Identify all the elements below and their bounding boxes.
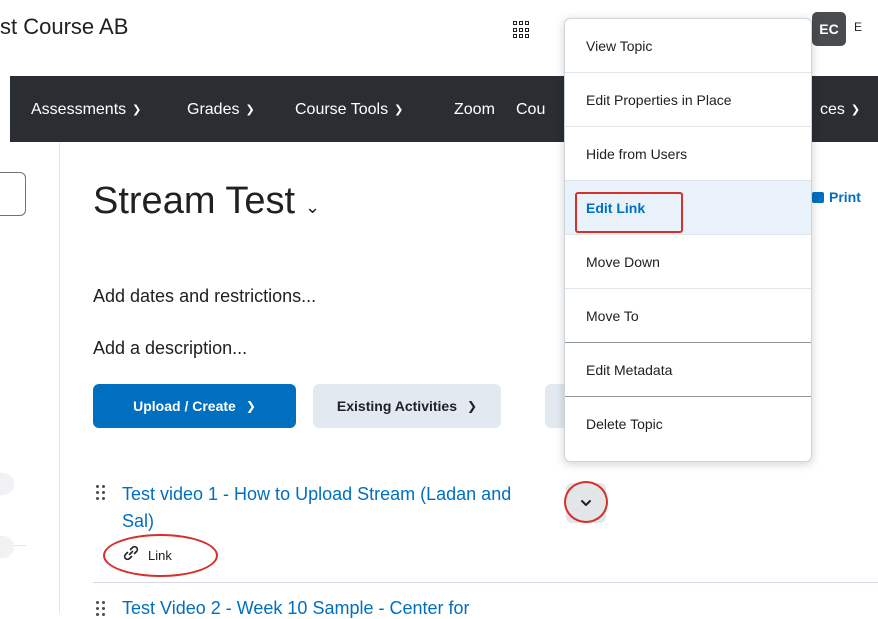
chevron-down-icon: ❯: [467, 399, 478, 413]
menu-item-move-to[interactable]: Move To: [565, 289, 811, 343]
course-title[interactable]: st Course AB: [0, 14, 128, 40]
chevron-down-icon: ❯: [394, 104, 404, 116]
chevron-down-icon: ❯: [850, 104, 861, 116]
drag-handle-icon[interactable]: [96, 485, 106, 501]
chevron-down-icon[interactable]: ⌄: [305, 197, 320, 217]
menu-item-delete-topic[interactable]: Delete Topic: [565, 397, 811, 451]
menu-item-view-topic[interactable]: View Topic: [565, 19, 811, 73]
nav-item-label: Course Tools: [295, 101, 389, 118]
menu-item-edit-metadata[interactable]: Edit Metadata: [565, 343, 811, 397]
nav-item-label: Cou: [516, 101, 546, 118]
bulk-edit-button[interactable]: [545, 384, 565, 428]
existing-activities-label: Existing Activities: [336, 398, 457, 414]
printer-icon: [812, 192, 824, 203]
sidebar-status-indicator: [0, 473, 14, 495]
print-label: Print: [829, 189, 861, 205]
nav-item-resources-fragment[interactable]: ces ❯: [820, 101, 860, 119]
nav-item-label: Grades: [187, 101, 240, 118]
sidebar-collapse-toggle[interactable]: [0, 172, 26, 216]
topic-title-link[interactable]: Test video 1 - How to Upload Stream (Lad…: [122, 481, 542, 535]
existing-activities-button[interactable]: Existing Activities ❯: [313, 384, 501, 428]
nav-item-assessments[interactable]: Assessments ❯: [31, 101, 141, 119]
upload-create-button[interactable]: Upload / Create ❯: [93, 384, 296, 428]
sidebar-divider: [59, 142, 60, 613]
nav-item-label: Assessments: [31, 101, 127, 118]
topic-divider: [93, 582, 878, 583]
avatar[interactable]: EC: [812, 12, 846, 46]
waffle-grid-icon[interactable]: [513, 21, 531, 39]
chevron-down-icon: ❯: [245, 399, 256, 413]
topic-title-link[interactable]: Test Video 2 - Week 10 Sample - Center f…: [122, 598, 470, 619]
user-name-fragment[interactable]: E: [854, 20, 862, 34]
nav-item-course-fragment[interactable]: Cou: [516, 101, 545, 119]
add-dates-link[interactable]: Add dates and restrictions...: [93, 286, 316, 307]
menu-item-move-down[interactable]: Move Down: [565, 235, 811, 289]
module-title: Stream Test: [93, 180, 296, 222]
chevron-down-icon: ❯: [132, 104, 142, 116]
annotation-highlight-ring: [564, 481, 608, 523]
nav-item-grades[interactable]: Grades ❯: [187, 101, 255, 119]
print-button[interactable]: Print: [812, 189, 861, 205]
menu-item-hide-from-users[interactable]: Hide from Users: [565, 127, 811, 181]
annotation-highlight-ring: [103, 534, 218, 577]
chevron-down-icon: ❯: [245, 104, 255, 116]
nav-item-zoom[interactable]: Zoom: [454, 101, 495, 119]
nav-item-course-tools[interactable]: Course Tools ❯: [295, 101, 403, 119]
sidebar-status-indicator: [0, 536, 14, 558]
annotation-highlight-box: [575, 192, 683, 233]
add-description-link[interactable]: Add a description...: [93, 338, 247, 359]
drag-handle-icon[interactable]: [96, 601, 106, 617]
nav-item-label: Zoom: [454, 101, 495, 118]
upload-create-label: Upload / Create: [133, 398, 236, 414]
topic-context-menu: View Topic Edit Properties in Place Hide…: [564, 18, 812, 462]
menu-item-edit-properties[interactable]: Edit Properties in Place: [565, 73, 811, 127]
nav-item-label: ces: [820, 101, 845, 118]
page-title[interactable]: Stream Test ⌄: [93, 180, 320, 223]
